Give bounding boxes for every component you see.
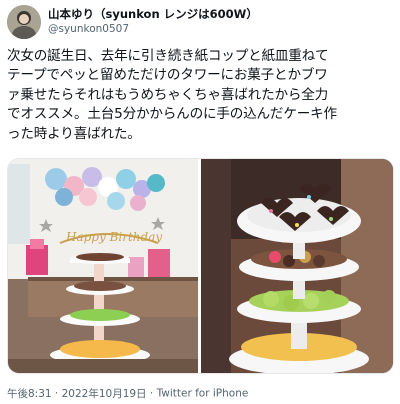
tweet-text: 次女の誕生日、去年に引き続き紙コップと紙皿重ねて テープでペッと留めただけのタワ… xyxy=(7,47,395,144)
footer-separator: · xyxy=(146,387,157,400)
media-photo-treat-tower[interactable] xyxy=(201,159,393,373)
tweet-media[interactable]: Happy Birthday xyxy=(7,158,394,374)
tweet-text-line: ァ乗せたらそれはもうめちゃくちゃ喜ばれたから全力 xyxy=(7,86,329,103)
profile-photo-icon xyxy=(7,5,41,39)
banner-text: Happy Birthday xyxy=(65,230,162,244)
tweet-date[interactable]: 2022年10月19日 xyxy=(62,388,147,400)
footer-separator: · xyxy=(51,387,62,400)
display-name[interactable]: 山本ゆり（syunkon レンジは600W） xyxy=(48,7,258,22)
tweet-source-link[interactable]: Twitter for iPhone xyxy=(157,388,249,400)
user-names: 山本ゆり（syunkon レンジは600W） @syunkon0507 xyxy=(48,7,258,37)
tweet-header: 山本ゆり（syunkon レンジは600W） @syunkon0507 xyxy=(7,5,393,41)
tweet-text-line: でオススメ。土台5分かからんのに手の込んだケーキ作 xyxy=(7,106,337,123)
tweet-text-line: テープでペッと留めただけのタワーにお菓子とかブワ xyxy=(7,67,328,84)
tweet-footer: 午後8:31 · 2022年10月19日 · Twitter for iPhon… xyxy=(7,386,248,401)
treat-tower-photo-icon xyxy=(201,159,393,373)
tweet-text-line: 次女の誕生日、去年に引き続き紙コップと紙皿重ねて xyxy=(7,48,329,64)
avatar[interactable] xyxy=(7,5,41,39)
tweet-text-line: った時より喜ばれた。 xyxy=(7,125,141,142)
user-handle[interactable]: @syunkon0507 xyxy=(48,22,258,37)
tweet-time[interactable]: 午後8:31 xyxy=(7,388,52,400)
party-room-photo-icon: Happy Birthday xyxy=(8,159,198,373)
media-photo-party-room[interactable]: Happy Birthday xyxy=(8,159,198,373)
